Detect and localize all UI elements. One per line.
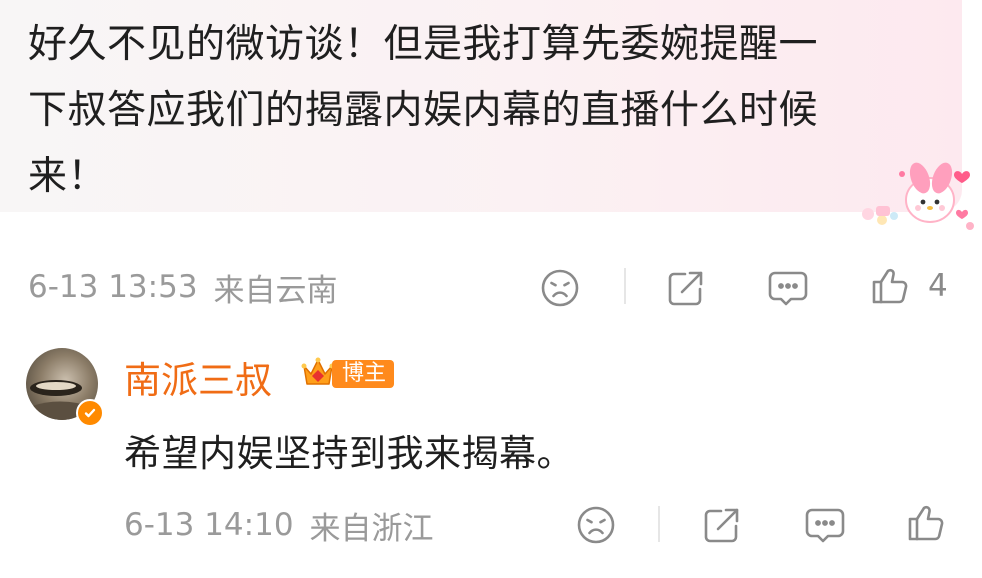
reply-text: 希望内娱坚持到我来揭幕。: [124, 432, 574, 475]
reply-timestamp: 6-13 14:10: [124, 507, 294, 543]
comment-bubble-icon[interactable]: [766, 266, 810, 310]
comment-bubble-icon[interactable]: [803, 503, 847, 547]
action-divider: [658, 506, 660, 542]
frown-face-icon[interactable]: [538, 266, 582, 310]
blogger-badge: 博主: [332, 360, 395, 388]
share-icon[interactable]: [664, 266, 708, 310]
my-melody-sticker-icon: [862, 162, 974, 230]
frown-face-icon[interactable]: [574, 503, 618, 547]
comment-location: 来自云南: [213, 272, 338, 309]
comment-meta: 6-13 13:53 来自云南: [28, 262, 338, 312]
reply-meta: 6-13 14:10 来自浙江: [124, 500, 434, 550]
comment-text-line: 好久不见的微访谈！但是我打算先委婉提醒一: [28, 22, 819, 67]
reply-location: 来自浙江: [309, 510, 434, 547]
share-icon[interactable]: [700, 503, 744, 547]
comment-text: 好久不见的微访谈！但是我打算先委婉提醒一 下叔答应我们的揭露内娱内幕的直播什么时…: [28, 12, 928, 210]
comment-timestamp: 6-13 13:53: [28, 269, 198, 305]
thumbs-up-icon[interactable]: [868, 264, 912, 308]
crown-icon: [301, 357, 335, 385]
reply-username[interactable]: 南派三叔: [124, 350, 272, 404]
like-count: 4: [928, 268, 948, 304]
thumbs-up-icon[interactable]: [904, 501, 948, 545]
verified-check-icon: [76, 399, 104, 427]
action-divider: [624, 268, 626, 304]
comment-bubble: 好久不见的微访谈！但是我打算先委婉提醒一 下叔答应我们的揭露内娱内幕的直播什么时…: [0, 0, 962, 212]
comment-text-line: 下叔答应我们的揭露内娱内幕的直播什么时候: [28, 88, 819, 133]
comment-text-line: 来！: [28, 154, 108, 199]
